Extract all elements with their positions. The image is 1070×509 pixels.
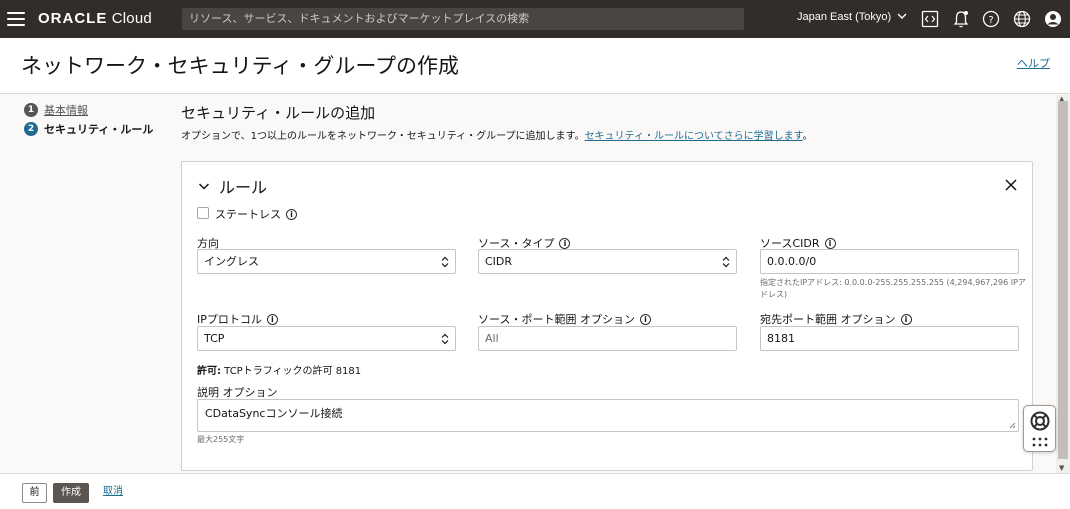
chevron-down-icon[interactable] xyxy=(198,182,210,191)
help-icon[interactable]: ? xyxy=(981,9,1001,29)
cancel-link[interactable]: 取消 xyxy=(101,483,125,503)
page-title: ネットワーク・セキュリティ・グループの作成 xyxy=(21,54,460,78)
step-label: セキュリティ・ルール xyxy=(44,123,154,136)
step-number: 2 xyxy=(24,122,38,136)
ip-protocol-label: IPプロトコル i xyxy=(197,311,278,327)
info-icon[interactable]: i xyxy=(286,208,297,220)
chevron-down-icon xyxy=(897,13,907,19)
description-textarea[interactable]: CDataSyncコンソール接続 xyxy=(197,399,1019,432)
source-cidr-hint: 指定されたIPアドレス: 0.0.0.0-255.255.255.255 (4,… xyxy=(760,278,1026,299)
top-navigation-bar: ORACLE Cloud リソース、サービス、ドキュメントおよびマーケットプレイ… xyxy=(0,0,1070,38)
rule-card-title: ルール xyxy=(219,178,268,197)
rule-card-header[interactable]: ルール xyxy=(198,174,267,198)
apps-grid-icon[interactable] xyxy=(1032,437,1048,447)
oracle-cloud-logo[interactable]: ORACLE Cloud xyxy=(38,10,152,27)
footer-bar xyxy=(0,473,1070,509)
vertical-scrollbar[interactable]: ▲ ▼ xyxy=(1056,95,1070,473)
create-button[interactable]: 作成 xyxy=(53,483,89,503)
step-label: 基本情報 xyxy=(44,104,88,117)
permit-summary: 許可: TCPトラフィックの許可 8181 xyxy=(197,366,362,377)
select-arrows-icon xyxy=(722,256,730,268)
info-icon[interactable]: i xyxy=(900,313,912,325)
source-cidr-input[interactable]: 0.0.0.0/0 xyxy=(760,249,1019,274)
previous-button[interactable]: 前 xyxy=(22,483,47,503)
support-widget[interactable] xyxy=(1023,405,1056,452)
destination-port-label: 宛先ポート範囲 オプション i xyxy=(760,311,912,327)
info-icon[interactable]: i xyxy=(559,237,571,249)
destination-port-input[interactable]: 8181 xyxy=(760,326,1019,351)
stateless-label: ステートレス i xyxy=(215,206,297,222)
source-port-label: ソース・ポート範囲 オプション i xyxy=(478,311,651,327)
ip-protocol-select[interactable]: TCP xyxy=(197,326,456,351)
code-editor-icon[interactable] xyxy=(920,9,940,29)
resize-handle-icon[interactable] xyxy=(1008,421,1016,429)
description-label: 説明 オプション xyxy=(197,386,278,399)
learn-more-link[interactable]: セキュリティ・ルールについてさらに学習します xyxy=(585,131,803,142)
direction-select[interactable]: イングレス xyxy=(197,249,456,274)
page-header: ネットワーク・セキュリティ・グループの作成 ヘルプ xyxy=(0,38,1070,94)
section-title: セキュリティ・ルールの追加 xyxy=(181,104,376,122)
select-arrows-icon xyxy=(441,256,449,268)
user-profile-icon[interactable] xyxy=(1043,9,1063,29)
close-icon[interactable] xyxy=(1004,178,1018,192)
section-description: オプションで、1つ以上のルールをネットワーク・セキュリティ・グループに追加します… xyxy=(181,131,813,142)
step-number: 1 xyxy=(24,103,38,117)
source-port-input[interactable]: All xyxy=(478,326,737,351)
info-icon[interactable]: i xyxy=(824,237,836,249)
description-max-length: 最大255文字 xyxy=(197,435,245,444)
scroll-down-icon[interactable]: ▼ xyxy=(1059,464,1064,472)
select-arrows-icon xyxy=(441,333,449,345)
step-basic-info[interactable]: 1 基本情報 xyxy=(24,102,88,118)
help-link[interactable]: ヘルプ xyxy=(1017,55,1050,71)
menu-icon[interactable] xyxy=(7,12,25,26)
svg-text:?: ? xyxy=(988,15,993,26)
wizard-steps-panel xyxy=(0,95,170,473)
source-type-select[interactable]: CIDR xyxy=(478,249,737,274)
lifebuoy-icon[interactable] xyxy=(1029,410,1051,432)
stateless-checkbox[interactable] xyxy=(197,207,209,219)
info-icon[interactable]: i xyxy=(639,313,651,325)
region-selector[interactable]: Japan East (Tokyo) xyxy=(797,11,907,23)
step-security-rules[interactable]: 2 セキュリティ・ルール xyxy=(24,121,153,137)
info-icon[interactable]: i xyxy=(266,313,278,325)
search-input[interactable]: リソース、サービス、ドキュメントおよびマーケットプレイスの検索 xyxy=(182,8,744,30)
notifications-bell-icon[interactable] xyxy=(951,9,971,29)
scrollbar-thumb[interactable] xyxy=(1058,101,1068,459)
language-globe-icon[interactable] xyxy=(1012,9,1032,29)
